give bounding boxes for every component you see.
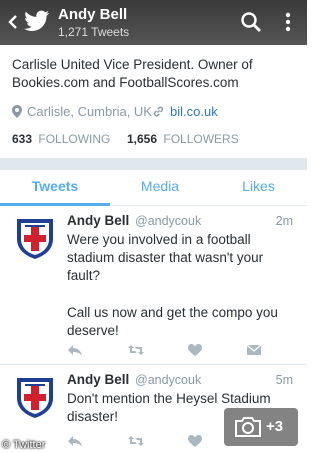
following-stat[interactable]: 633 FOLLOWING	[12, 132, 110, 146]
header-name: Andy Bell	[58, 6, 128, 23]
like-heart-icon[interactable]	[187, 343, 203, 357]
profile-bio: Carlisle United Vice President. Owner of…	[12, 57, 253, 90]
following-count: 633	[12, 132, 33, 146]
more-options-icon[interactable]	[283, 10, 293, 34]
tweet-actions	[0, 343, 307, 361]
back-arrow-icon[interactable]	[6, 14, 20, 30]
retweet-icon[interactable]	[128, 434, 144, 448]
image-credit-caption: © Twitter	[2, 439, 46, 451]
link-icon	[153, 106, 164, 117]
tweet-text: Were you involved in a football stadium …	[67, 232, 264, 283]
camera-icon	[235, 417, 261, 437]
following-label: FOLLOWING	[38, 132, 111, 146]
location-text: Carlisle, Cumbria, UK	[27, 104, 152, 119]
tweet-timestamp: 2m	[275, 214, 293, 228]
search-icon[interactable]	[240, 11, 262, 33]
profile-header: Andy Bell 1,271 Tweets	[0, 0, 307, 45]
tweet-author-name[interactable]: Andy Bell	[67, 372, 129, 387]
avatar[interactable]	[12, 374, 58, 420]
profile-location: Carlisle, Cumbria, UK	[12, 104, 152, 119]
tweet-text-continued: Call us now and get the compo you deserv…	[67, 305, 278, 338]
tab-likes[interactable]: Likes	[210, 170, 307, 206]
like-heart-icon[interactable]	[187, 434, 203, 448]
followers-stat[interactable]: 1,656 FOLLOWERS	[127, 132, 239, 146]
header-tweet-count: 1,271 Tweets	[58, 25, 130, 39]
profile-tabs: Tweets Media Likes	[0, 170, 307, 206]
tab-tweets[interactable]: Tweets	[0, 170, 110, 206]
reply-icon[interactable]	[67, 434, 83, 448]
tweet-timestamp: 5m	[275, 373, 293, 387]
photo-count: +3	[266, 418, 284, 435]
location-pin-icon	[12, 105, 22, 118]
direct-message-icon[interactable]	[246, 343, 262, 357]
followers-count: 1,656	[127, 132, 158, 146]
tweet-author-name[interactable]: Andy Bell	[67, 213, 129, 228]
reply-icon[interactable]	[67, 343, 83, 357]
tweet-author-handle: @andycouk	[135, 373, 202, 387]
photo-gallery-badge[interactable]: +3	[224, 408, 298, 446]
avatar[interactable]	[12, 215, 58, 261]
tab-media[interactable]: Media	[110, 170, 210, 206]
twitter-bird-icon	[24, 10, 49, 31]
profile-website[interactable]: bil.co.uk	[152, 104, 218, 119]
website-link[interactable]: bil.co.uk	[170, 104, 218, 119]
tweet-item[interactable]: Andy Bell @andycouk 2m Were you involved…	[0, 207, 307, 365]
tweet-author-handle: @andycouk	[135, 214, 202, 228]
section-divider	[0, 158, 307, 170]
retweet-icon[interactable]	[128, 343, 144, 357]
followers-label: FOLLOWERS	[163, 132, 239, 146]
